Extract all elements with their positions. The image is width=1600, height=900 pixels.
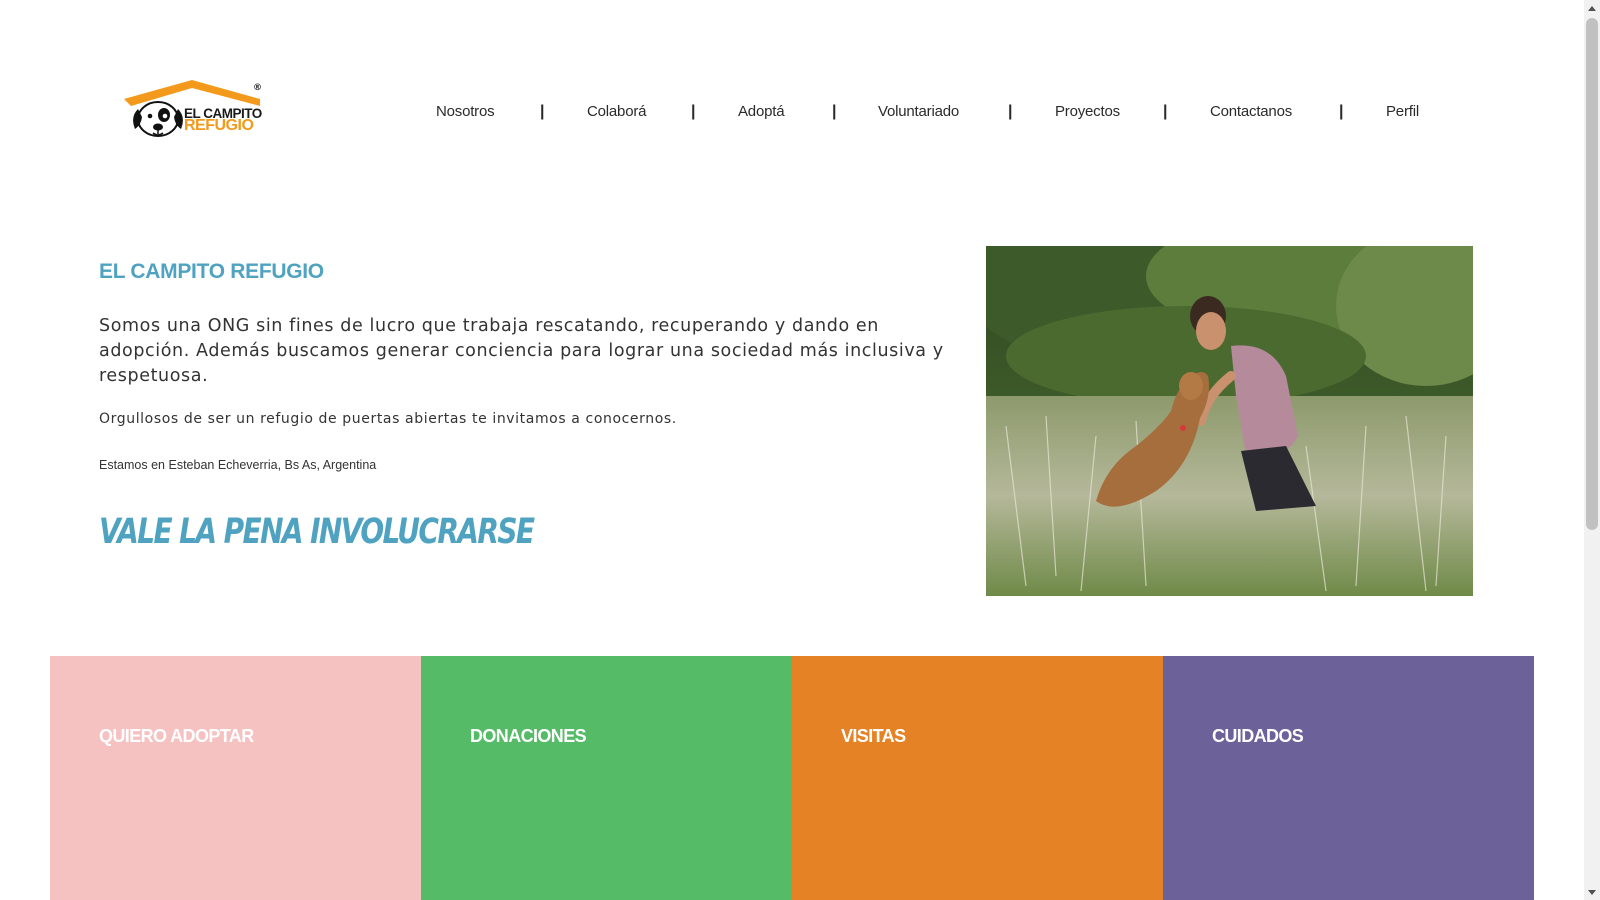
nav-separator: | — [540, 103, 545, 120]
triangle-down-icon — [1588, 889, 1596, 895]
nav-item-adopta[interactable]: Adoptá — [738, 103, 785, 120]
nav-item-proyectos[interactable]: Proyectos — [1055, 103, 1120, 120]
hero-location-text: Estamos en Esteban Echeverria, Bs As, Ar… — [99, 458, 377, 472]
page: ® EL CAMPITO REFUGIO Nosotros | Colaborá… — [0, 0, 1584, 900]
nav-separator: | — [1163, 103, 1168, 120]
scroll-up-button[interactable] — [1584, 0, 1600, 16]
tile-label: DONACIONES — [470, 726, 587, 746]
tile-donaciones[interactable]: DONACIONES — [421, 656, 792, 900]
tile-cuidados[interactable]: CUIDADOS — [1163, 656, 1534, 900]
feature-tiles: QUIERO ADOPTAR DONACIONES VISITAS CUIDAD… — [50, 656, 1534, 900]
nav-separator: | — [1008, 103, 1013, 120]
tile-label: CUIDADOS — [1212, 726, 1304, 746]
nav-item-colabora[interactable]: Colaborá — [587, 103, 646, 120]
nav-item-contactanos[interactable]: Contactanos — [1210, 103, 1292, 120]
scroll-down-button[interactable] — [1584, 884, 1600, 900]
nav-item-voluntariado[interactable]: Voluntariado — [878, 103, 959, 120]
nav-separator: | — [832, 103, 837, 120]
hero-sub-text: Orgullosos de ser un refugio de puertas … — [99, 411, 677, 427]
tile-visitas[interactable]: VISITAS — [792, 656, 1163, 900]
nav-item-nosotros[interactable]: Nosotros — [436, 103, 495, 120]
main-nav: Nosotros | Colaborá | Adoptá | Voluntari… — [0, 103, 1584, 127]
nav-separator: | — [1339, 103, 1344, 120]
tile-label: QUIERO ADOPTAR — [99, 726, 254, 746]
vertical-scrollbar[interactable] — [1584, 0, 1600, 900]
scroll-thumb[interactable] — [1586, 18, 1598, 530]
tile-label: VISITAS — [841, 726, 906, 746]
nav-separator: | — [691, 103, 696, 120]
triangle-up-icon — [1588, 5, 1596, 11]
hero-slogan: VALE LA PENA INVOLUCRARSE — [99, 512, 535, 552]
hero-title: EL CAMPITO REFUGIO — [99, 260, 324, 283]
hero-lead-text: Somos una ONG sin fines de lucro que tra… — [99, 316, 944, 386]
hero-photo — [986, 246, 1473, 596]
man-with-dog-photo — [986, 246, 1473, 596]
nav-item-perfil[interactable]: Perfil — [1386, 103, 1419, 120]
tile-quiero-adoptar[interactable]: QUIERO ADOPTAR — [50, 656, 421, 900]
registered-mark: ® — [253, 83, 262, 93]
